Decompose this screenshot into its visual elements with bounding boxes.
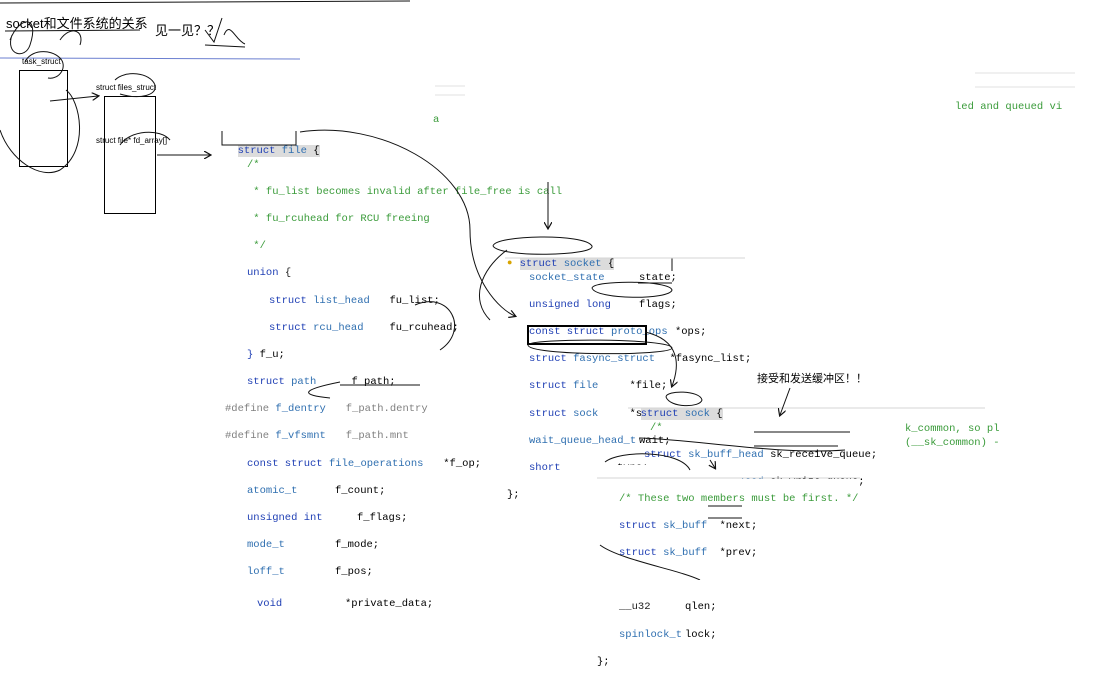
code-blank (597, 574, 858, 588)
code-line: struct file *file; (529, 380, 668, 393)
code-line: mode_t f_mode; (247, 539, 380, 552)
code-line: /* (650, 421, 663, 434)
code-line: /* These two members must be first. */ (619, 492, 859, 505)
code-line: spinlock_t lock; (619, 628, 717, 641)
code-line: unsigned long flags; (529, 298, 677, 311)
code-line: /* (247, 158, 260, 171)
label-task-struct: task_struct (22, 57, 61, 66)
code-line: void *private_data; (257, 597, 434, 610)
socket-sk-highlight-box (527, 325, 647, 345)
title-scribble-2 (59, 30, 82, 46)
fragment-right-mid2: (__sk_common) - (905, 437, 1000, 449)
code-line: struct sk_buff_head sk_receive_queue; (644, 448, 878, 461)
code-line: struct fasync_struct *fasync_list; (529, 353, 752, 366)
files-struct-box (104, 96, 156, 214)
check-underline (204, 44, 246, 48)
code-line: * fu_list becomes invalid after file_fre… (247, 185, 563, 198)
code-line: loff_t f_pos; (247, 566, 373, 579)
code-line: __u32 qlen; (619, 601, 717, 614)
fragment-right-top: led and queued vi (955, 101, 1063, 113)
code-line: socket_state state; (529, 271, 677, 284)
code-line: }; (597, 655, 610, 668)
code-line: * fu_rcuhead for RCU freeing (247, 212, 430, 225)
code-line: struct sk_buff *next; (619, 519, 758, 532)
guide-top-right (975, 72, 1075, 88)
fragment-right-mid1: k_common, so pl (905, 423, 1000, 435)
top-rule (0, 0, 411, 4)
buffer-note: 接受和发送缓冲区！！ (757, 373, 867, 385)
struct-skbh-body: /* These two members must be first. */ s… (597, 479, 859, 683)
code-line: struct sk_buff *prev; (619, 546, 758, 559)
guide-mid (435, 85, 465, 96)
task-struct-box (19, 70, 68, 167)
label-files-struct: struct files_struct (96, 83, 157, 92)
page-title: socket和文件系统的关系 (6, 16, 148, 31)
fragment-a: a (433, 114, 440, 126)
note-see-it: 见一见？？ (155, 23, 221, 38)
